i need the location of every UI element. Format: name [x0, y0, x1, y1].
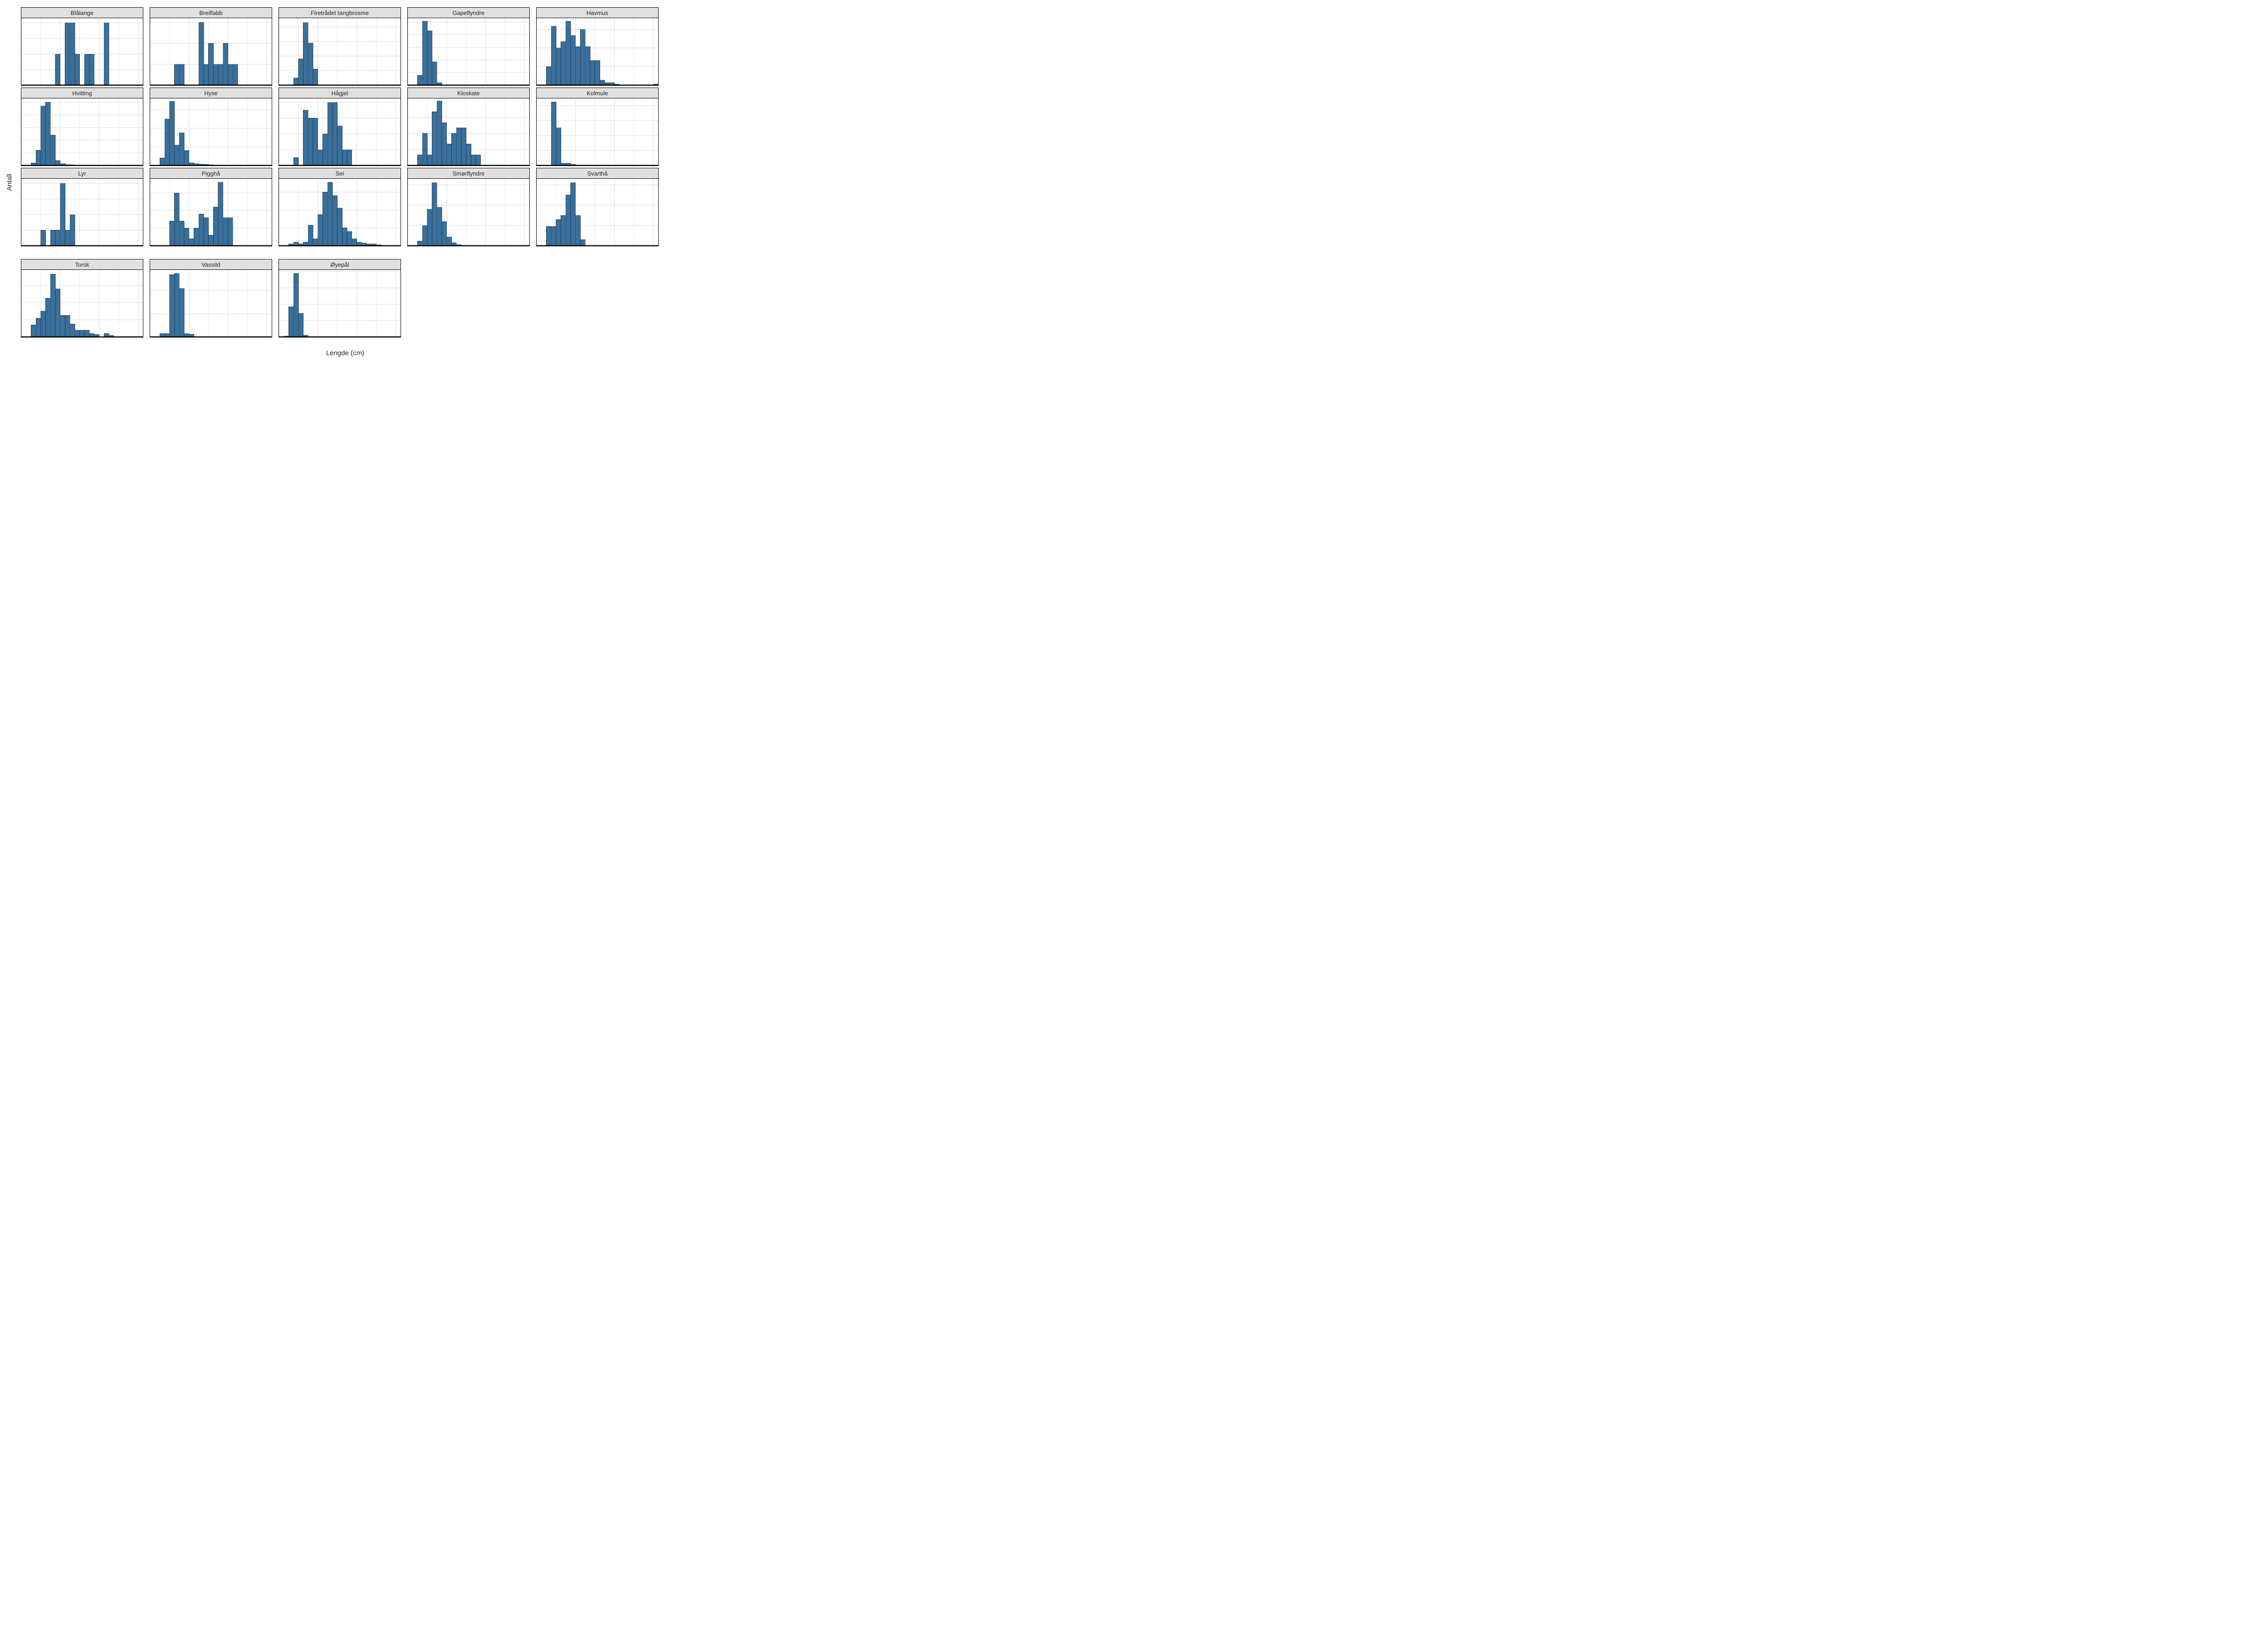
panel-lyr: Lyr01234 [21, 168, 143, 257]
plot-area: 0204060 [279, 178, 401, 246]
facet-strip: Svarthå [536, 168, 659, 178]
plot-area: 020406004080120 [21, 269, 143, 337]
panel-havmus: Havmus0306090 [536, 7, 659, 86]
panel-piggh-: Pigghå051015 [150, 168, 272, 257]
facet-strip: Hvitting [21, 88, 143, 98]
facet-strip: Øyepål [279, 259, 401, 269]
plot-area: 02468 [279, 98, 401, 166]
plot-area: 0100200300400500 [407, 18, 530, 86]
plot-area: 0100200300400500 [21, 98, 143, 166]
panel-torsk: Torsk020406004080120 [21, 259, 143, 337]
plot-area: 0369 [407, 98, 530, 166]
panel-h-gjel: Hågjel02468 [279, 88, 401, 166]
facet-strip: Smørflyndre [407, 168, 530, 178]
y-axis: 050100150 [407, 179, 408, 246]
facet-strip: Gapeflyndre [407, 7, 530, 18]
panel-sm-rflyndre: Smørflyndre05010015004080120 [407, 168, 530, 246]
x-axis-label: Lengde (cm) [21, 349, 670, 357]
facet-figure: Antall Blålange00.511.52Breiflabb0123Fir… [21, 7, 670, 357]
plot-area: 010203040 [279, 18, 401, 86]
panel-hyse: Hyse0100200300 [150, 88, 272, 166]
panel-breiflabb: Breiflabb0123 [150, 7, 272, 86]
panel-svarth-: Svarthå010020030004080120 [536, 168, 659, 246]
panel-hvitting: Hvitting0100200300400500 [21, 88, 143, 166]
facet-strip: Kloskate [407, 88, 530, 98]
plot-area: 0306090 [536, 18, 659, 86]
plot-area: 0100200300 [150, 98, 272, 166]
panel-bl-lange: Blålange00.511.52 [21, 7, 143, 86]
facet-strip: Breiflabb [150, 7, 272, 18]
panel-sei: Sei0204060 [279, 168, 401, 257]
facet-strip: Hyse [150, 88, 272, 98]
y-axis: 0100200300 [536, 179, 537, 246]
plot-area: 0123 [150, 18, 272, 86]
facet-strip: Lyr [21, 168, 143, 178]
y-axis: 0100200300400500 [407, 18, 408, 85]
facet-strip: Hågjel [279, 88, 401, 98]
facet-strip: Pigghå [150, 168, 272, 178]
y-axis: 02505007501000 [536, 98, 537, 166]
panel-kolmule: Kolmule02505007501000 [536, 88, 659, 166]
facet-grid: Blålange00.511.52Breiflabb0123Firetrådet… [21, 7, 670, 348]
facet-strip: Sei [279, 168, 401, 178]
panel-gapeflyndre: Gapeflyndre0100200300400500 [407, 7, 530, 86]
plot-area: 010020030004080120 [536, 178, 659, 246]
y-axis: 0306090 [536, 18, 537, 85]
facet-strip: Firetrådet tangbrosme [279, 7, 401, 18]
facet-strip: Kolmule [536, 88, 659, 98]
plot-area: 010020004080120 [150, 269, 272, 337]
plot-area: 00.511.52 [21, 18, 143, 86]
panel-firetr-det-tangbrosme: Firetrådet tangbrosme010203040 [279, 7, 401, 86]
plot-area: 051015 [150, 178, 272, 246]
plot-area: 02505007501000 [536, 98, 659, 166]
facet-strip: Vassild [150, 259, 272, 269]
facet-strip: Blålange [21, 7, 143, 18]
y-axis-label: Antall [5, 174, 13, 191]
y-axis: 0369 [407, 98, 408, 166]
panel-kloskate: Kloskate0369 [407, 88, 530, 166]
panel--yep-l: Øyepål050010001500200004080120 [279, 259, 401, 337]
plot-area: 01234 [21, 178, 143, 246]
plot-area: 050010001500200004080120 [279, 269, 401, 337]
plot-area: 05010015004080120 [407, 178, 530, 246]
facet-strip: Havmus [536, 7, 659, 18]
facet-strip: Torsk [21, 259, 143, 269]
panel-vassild: Vassild010020004080120 [150, 259, 272, 337]
